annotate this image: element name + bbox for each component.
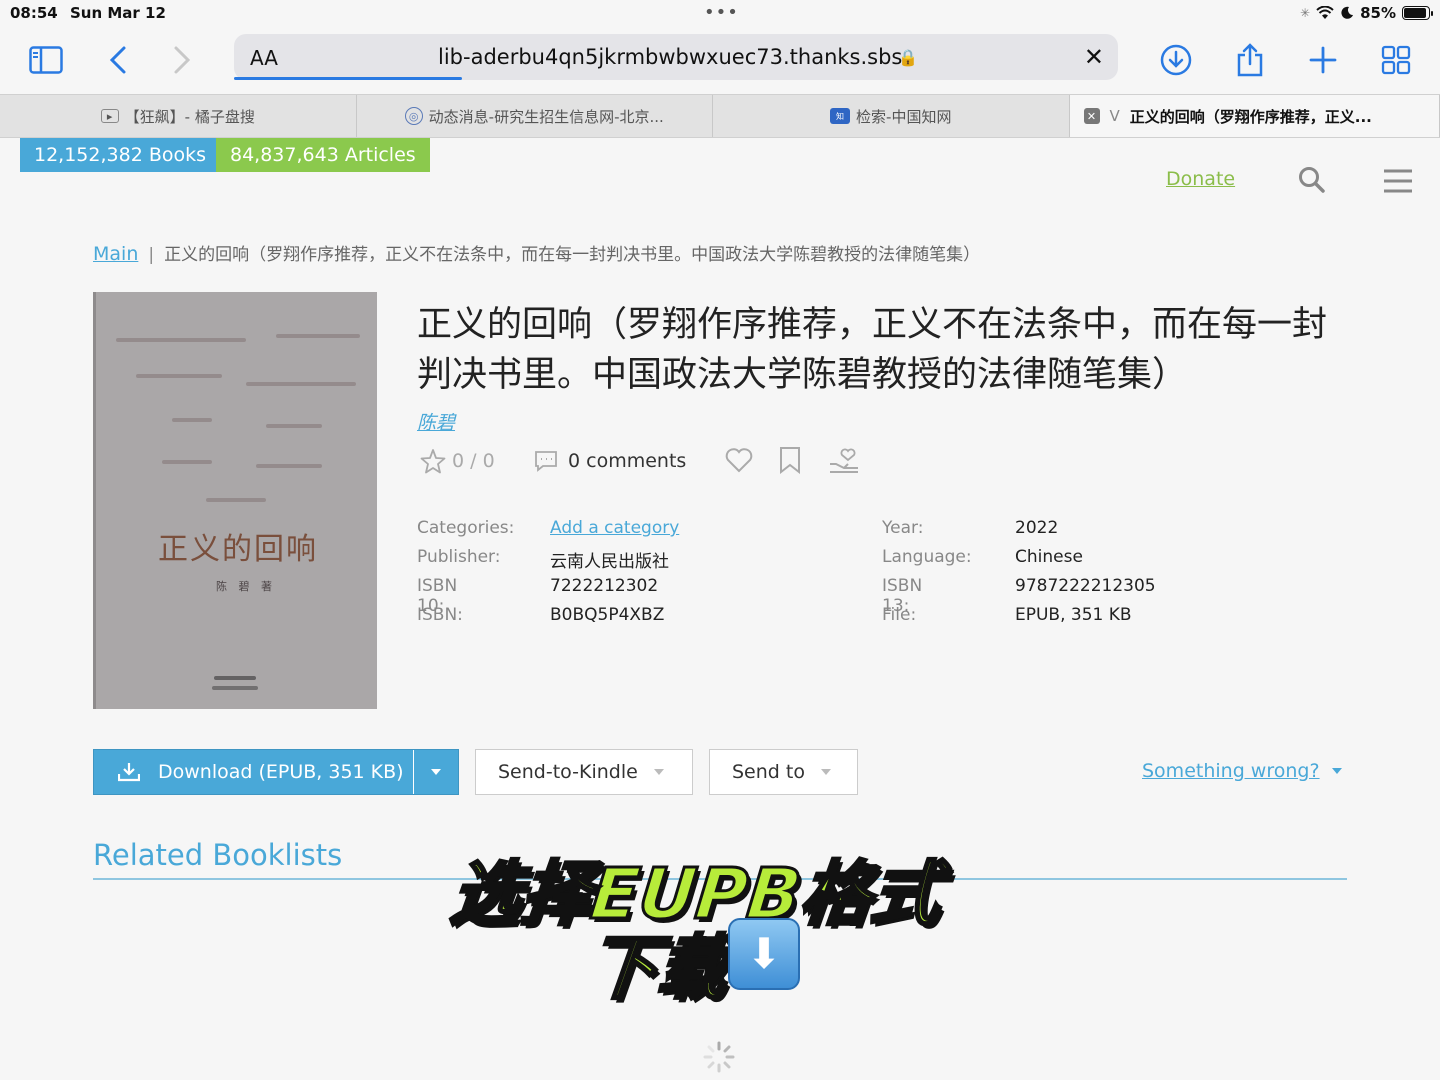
tab-current[interactable]: ✕ V 正义的回响（罗翔作序推荐，正义... [1069,95,1440,137]
url-text[interactable]: lib-aderbu4qn5jkrmbwbwxuec73.thanks.sbs [438,45,902,69]
multitasking-dots[interactable]: ••• [704,2,739,23]
property-label: Year: [882,518,924,538]
tab-overview-icon[interactable] [1376,40,1416,80]
zlib-logo-icon: V [1109,107,1120,125]
sidebar-icon[interactable] [26,40,66,80]
comments-count: 0 comments [568,450,687,472]
caret-down-icon [653,769,664,775]
property-value: 7222212302 [550,576,659,596]
bookmark-icon[interactable] [778,446,802,474]
books-count-badge[interactable]: 12,152,382 Books [20,138,221,172]
loading-progress-bar [234,77,462,80]
video-icon: ▸ [100,109,119,123]
rating[interactable]: 0 / 0 [420,448,495,474]
add-category-link[interactable]: Add a category [550,518,679,538]
address-bar[interactable]: AA lib-aderbu4qn5jkrmbwbwxuec73.thanks.s… [234,34,1118,80]
moon-icon [1341,6,1354,19]
overlay-caption-line2: 下载 [582,926,734,1011]
tab-label: 【狂飙】- 橘子盘搜 [124,107,255,126]
close-tab-icon[interactable]: ✕ [1083,108,1100,124]
book-cover[interactable]: 正义的回响 陈 碧 著 [93,292,377,709]
property-value: B0BQ5P4XBZ [550,605,665,625]
book-meta-row: 0 / 0 0 comments [420,444,858,478]
site-logo-icon: ◎ [404,107,423,125]
caret-down-icon [431,769,441,775]
battery-percent: 85% [1360,4,1396,22]
property-label: ISBN: [417,605,463,625]
status-right: ✳ 85% [1300,4,1433,22]
donate-hand-icon[interactable] [828,446,862,474]
browser-toolbar: AA lib-aderbu4qn5jkrmbwbwxuec73.thanks.s… [0,28,1440,94]
property-label: Categories: [417,518,515,538]
property-value: Chinese [1015,547,1083,567]
forward-icon[interactable] [162,40,202,80]
property-value: EPUB, 351 KB [1015,605,1132,625]
lock-icon: 🔒 [898,48,918,67]
cover-author: 陈 碧 著 [216,580,276,593]
tab-kuangbiao[interactable]: ▸ 【狂飙】- 橘子盘搜 [0,95,357,137]
star-icon[interactable] [420,448,446,474]
search-icon[interactable] [1298,166,1326,194]
hamburger-menu-icon[interactable] [1384,168,1412,194]
download-tray-icon [118,763,140,782]
breadcrumb-main-link[interactable]: Main [93,243,138,265]
tab-label: 正义的回响（罗翔作序推荐，正义... [1129,107,1372,126]
property-label: File: [882,605,917,625]
share-icon[interactable] [1230,40,1270,80]
property-value: 2022 [1015,518,1059,538]
tab-label: 动态消息-研究生招生信息网-北京... [428,107,664,126]
status-date: Sun Mar 12 [70,4,166,22]
download-label: Download (EPUB, 351 KB) [158,761,404,783]
new-tab-icon[interactable] [1303,40,1343,80]
tab-cnki[interactable]: 知 检索-中国知网 [713,95,1070,137]
download-options-dropdown[interactable] [414,769,458,775]
related-booklists-heading: Related Booklists [93,838,343,872]
battery-icon [1402,6,1433,20]
tab-label: 检索-中国知网 [856,107,952,126]
status-time: 08:54 [10,4,58,22]
comment-icon [535,451,557,472]
download-button[interactable]: Download (EPUB, 351 KB) [94,750,414,794]
brightness-icon: ✳ [1300,6,1311,20]
author-link[interactable]: 陈碧 [417,408,455,435]
heart-icon[interactable] [724,446,754,474]
rating-value: 0 / 0 [452,450,495,472]
loading-spinner-icon [703,1041,735,1073]
download-icon[interactable] [1156,40,1196,80]
send-to-label: Send to [732,761,805,783]
articles-count-badge[interactable]: 84,837,643 Articles [216,138,430,172]
stop-loading-icon[interactable]: ✕ [1084,43,1104,71]
down-arrow-emoji-icon: ⬇ [728,918,800,990]
book-title: 正义的回响（罗翔作序推荐，正义不在法条中，而在每一封判决书里。中国政法大学陈碧教… [417,305,1328,395]
something-wrong-label: Something wrong? [1142,760,1320,782]
breadcrumb: Main | 正义的回响（罗翔作序推荐，正义不在法条中，而在每一封判决书里。中国政法… [93,240,980,265]
wifi-icon [1316,6,1334,19]
tab-yanzhao[interactable]: ◎ 动态消息-研究生招生信息网-北京... [357,95,713,137]
property-value: 9787222212305 [1015,576,1156,596]
download-button-group: Download (EPUB, 351 KB) [93,749,459,795]
donate-link[interactable]: Donate [1166,168,1235,190]
caret-down-icon [820,769,831,775]
reader-options-button[interactable]: AA [250,46,278,70]
breadcrumb-separator: | [148,245,155,265]
property-label: Language: [882,547,972,567]
send-to-kindle-label: Send-to-Kindle [498,761,638,783]
status-bar: 08:54 Sun Mar 12 ••• ✳ 85% [0,0,1440,28]
send-to-kindle-button[interactable]: Send-to-Kindle [475,749,693,795]
tab-bar: ▸ 【狂飙】- 橘子盘搜 ◎ 动态消息-研究生招生信息网-北京... 知 检索-… [0,94,1440,138]
cnki-logo-icon: 知 [830,108,851,124]
cover-title: 正义的回响 [158,532,318,567]
breadcrumb-current: 正义的回响（罗翔作序推荐，正义不在法条中，而在每一封判决书里。中国政法大学陈碧教… [164,245,981,265]
property-value: 云南人民出版社 [550,552,669,572]
comments-link[interactable]: 0 comments [534,450,686,472]
back-icon[interactable] [98,40,138,80]
send-to-button[interactable]: Send to [709,749,858,795]
property-label: Publisher: [417,547,501,567]
something-wrong-link[interactable]: Something wrong? [1142,760,1342,782]
caret-down-icon [1331,768,1342,774]
